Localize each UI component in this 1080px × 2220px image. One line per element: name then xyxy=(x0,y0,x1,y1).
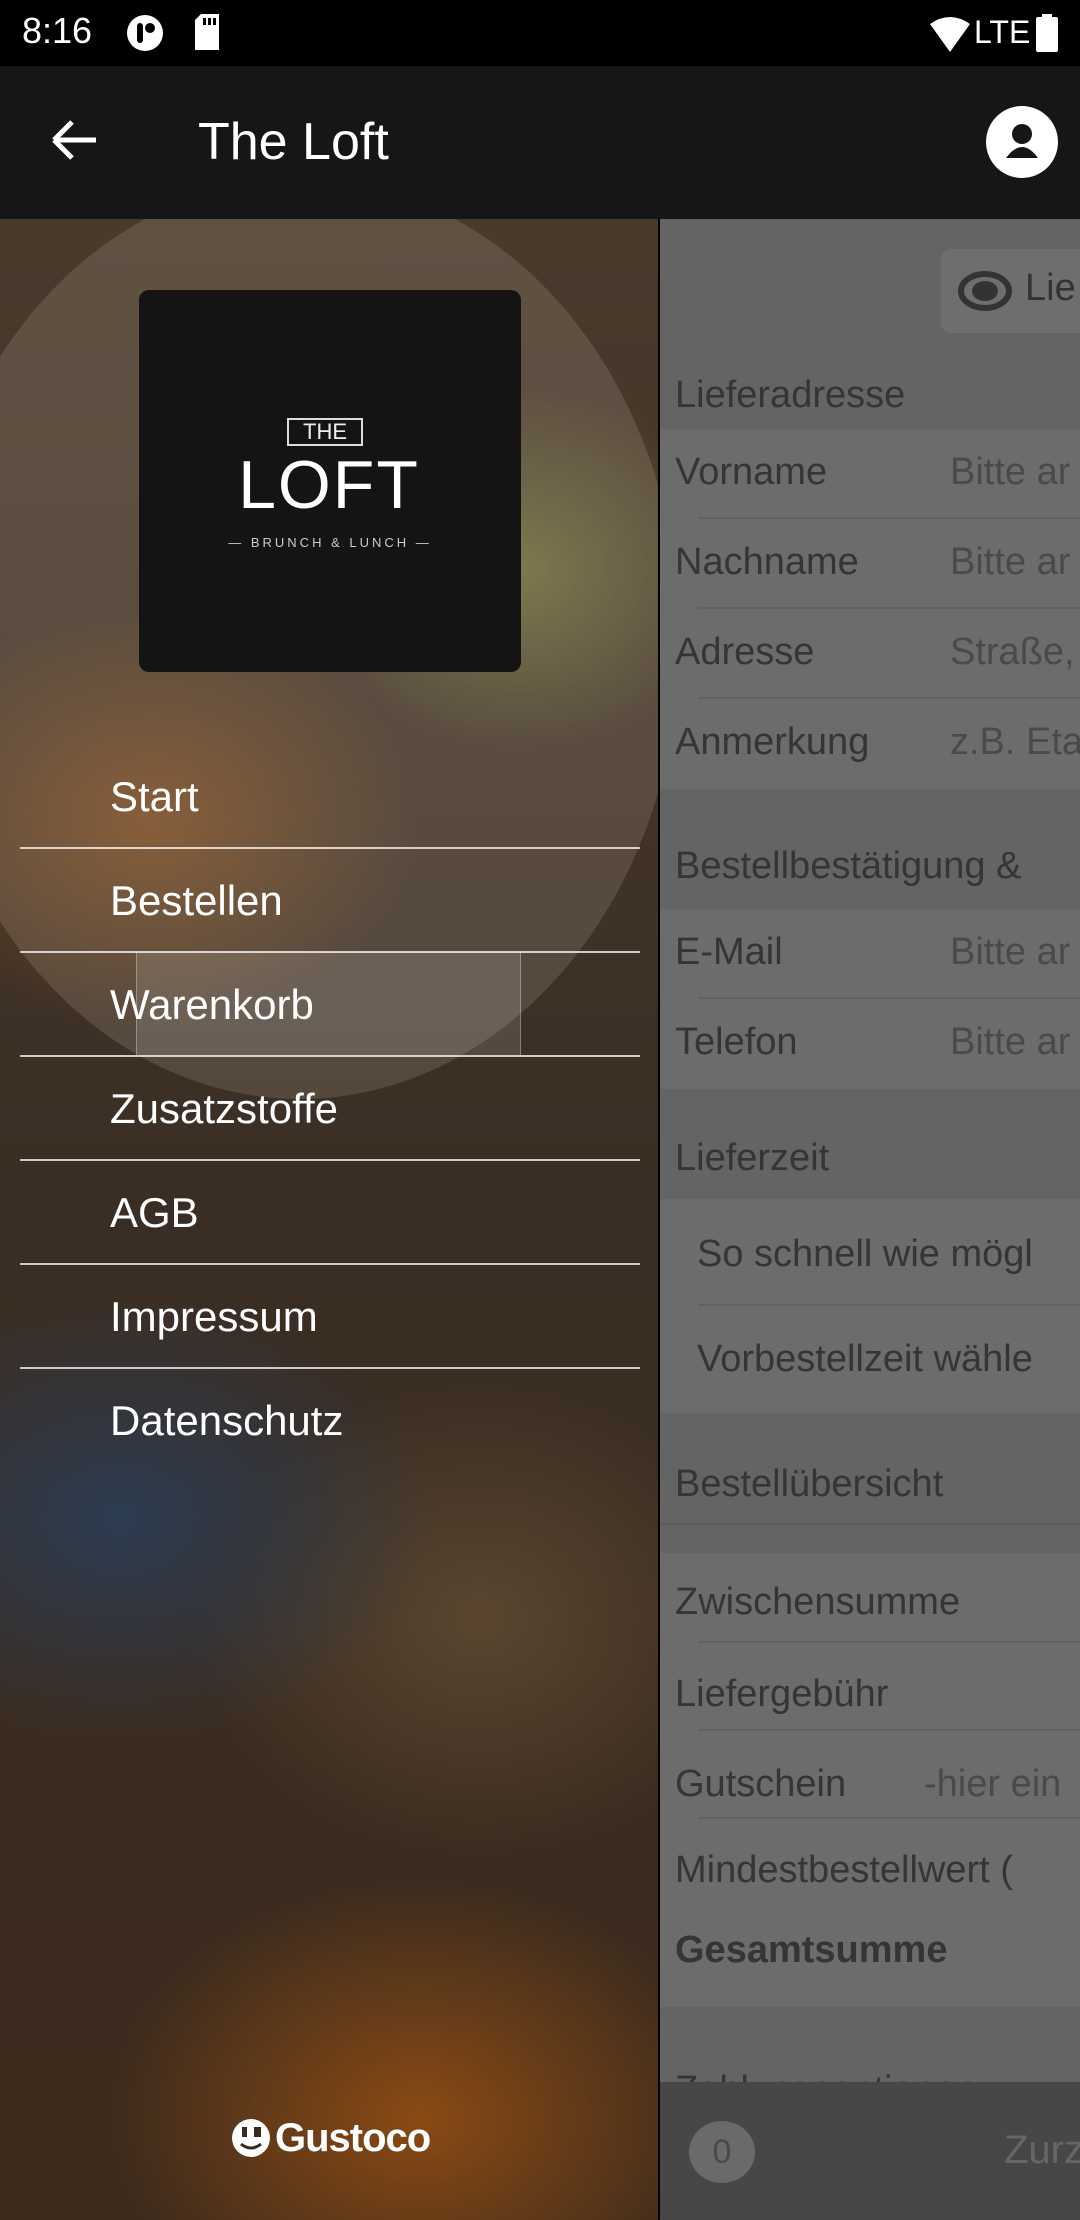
section-header: Bestellbestätigung & xyxy=(660,789,1080,919)
delivery-option-radio[interactable]: Lie xyxy=(941,249,1080,333)
field-anmerkung[interactable]: Anmerkung z.B. Eta xyxy=(660,699,1080,789)
back-arrow-icon[interactable] xyxy=(50,118,98,162)
network-type: LTE xyxy=(974,14,1031,50)
minimum-order-row: Mindestbestellwert ( xyxy=(660,1819,1080,1907)
sd-card-icon xyxy=(195,14,219,50)
section-header: Bestellübersicht xyxy=(660,1413,1080,1525)
field-nachname[interactable]: Nachname Bitte ar xyxy=(660,519,1080,609)
total-row: Gesamtsumme xyxy=(660,1907,1080,2007)
field-email[interactable]: E-Mail Bitte ar xyxy=(660,909,1080,999)
drawer-item-start[interactable]: Start xyxy=(0,745,658,849)
spacer xyxy=(660,1525,1080,1553)
status-bar: 8:16 LTE xyxy=(0,0,1080,66)
drawer-item-zusatzstoffe[interactable]: Zusatzstoffe xyxy=(0,1057,658,1161)
wifi-icon xyxy=(930,17,970,52)
voucher-field[interactable]: Gutschein -hier ein xyxy=(660,1731,1080,1819)
gustoco-brand: Gustoco xyxy=(231,2115,431,2161)
subtotal-row: Zwischensumme xyxy=(660,1553,1080,1643)
section-header: Lieferzeit xyxy=(660,1089,1080,1199)
page-title: The Loft xyxy=(198,113,389,171)
delivery-fee-row: Liefergebühr xyxy=(660,1643,1080,1731)
field-adresse[interactable]: Adresse Straße, xyxy=(660,609,1080,699)
drawer-item-datenschutz[interactable]: Datenschutz xyxy=(0,1369,658,1473)
account-icon[interactable] xyxy=(986,106,1058,178)
drawer-item-agb[interactable]: AGB xyxy=(0,1161,658,1265)
section-header: Lieferadresse xyxy=(660,355,1080,429)
cart-count-badge: 0 xyxy=(689,2121,755,2183)
checkout-button[interactable]: Zurz xyxy=(1004,2128,1080,2173)
field-telefon[interactable]: Telefon Bitte ar xyxy=(660,999,1080,1089)
option-asap[interactable]: So schnell wie mögl xyxy=(660,1199,1080,1306)
navigation-drawer: THE LOFT — BRUNCH & LUNCH — Start Bestel… xyxy=(0,219,658,2220)
drawer-item-bestellen[interactable]: Bestellen xyxy=(0,849,658,953)
battery-icon xyxy=(1036,14,1058,52)
app-bar: The Loft xyxy=(0,66,1080,219)
radio-selected-icon xyxy=(958,271,1012,311)
option-preorder[interactable]: Vorbestellzeit wähle xyxy=(660,1306,1080,1413)
checkout-form-dimmed: Lie Lieferadresse Vorname Bitte ar Nachna… xyxy=(660,219,1080,2220)
drawer-item-impressum[interactable]: Impressum xyxy=(0,1265,658,1369)
field-vorname[interactable]: Vorname Bitte ar xyxy=(660,429,1080,519)
restaurant-logo: THE LOFT — BRUNCH & LUNCH — xyxy=(139,290,521,672)
drawer-item-warenkorb[interactable]: Warenkorb xyxy=(0,953,658,1057)
notification-icon xyxy=(127,15,163,51)
gustoco-logo-icon xyxy=(232,2119,270,2157)
status-time: 8:16 xyxy=(22,10,93,51)
bottom-bar: 0 Zurz xyxy=(660,2082,1080,2220)
